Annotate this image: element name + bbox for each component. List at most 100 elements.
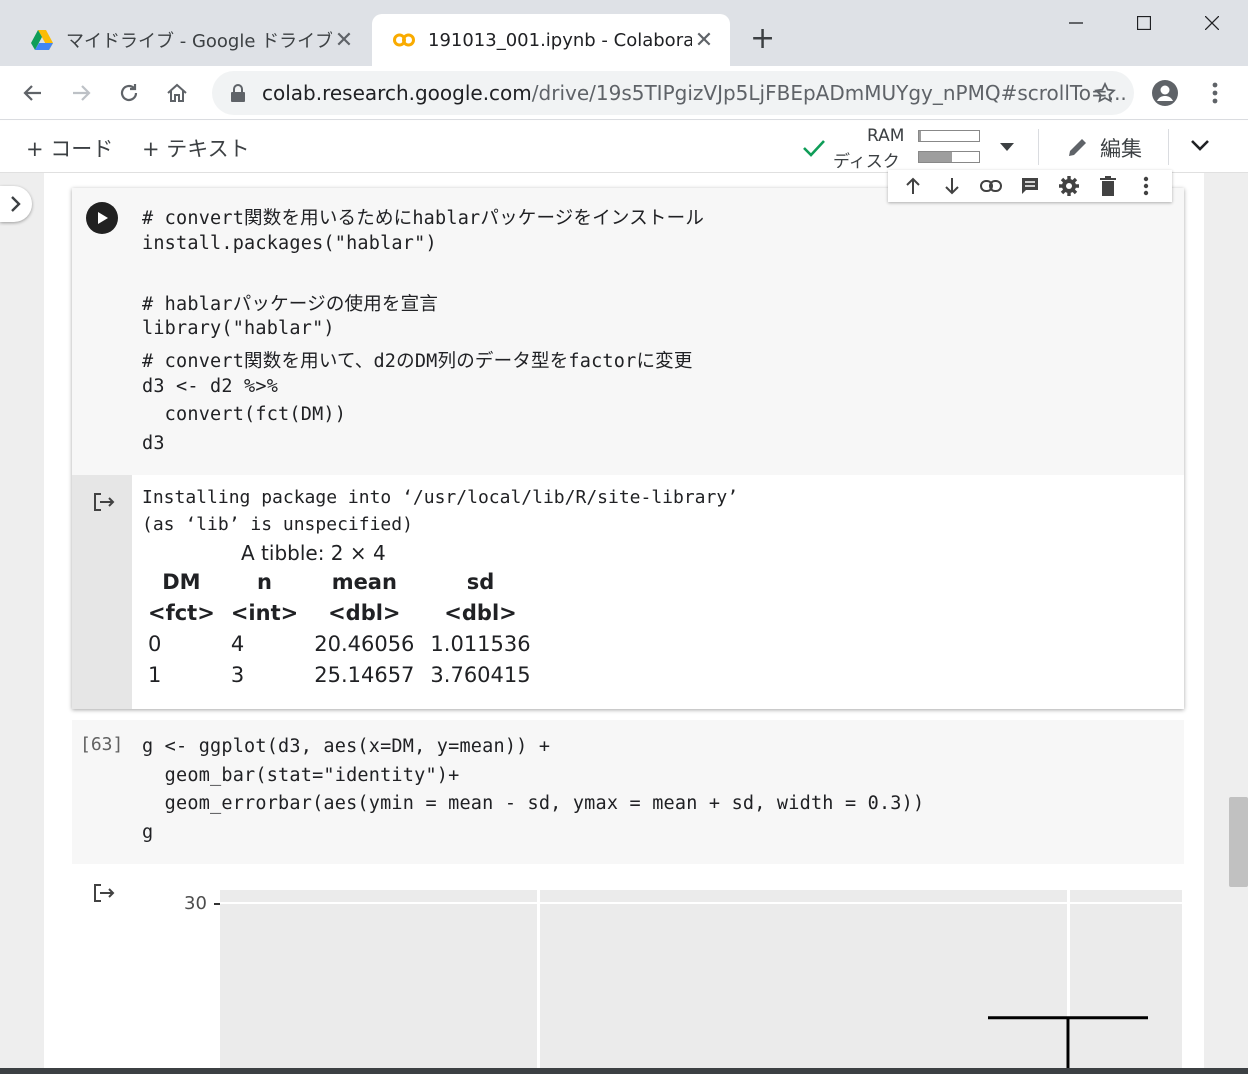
disk-label: ディスク <box>833 152 900 172</box>
link-icon[interactable] <box>978 173 1004 199</box>
reload-icon[interactable] <box>114 78 144 108</box>
table-cell: 4 <box>230 631 245 656</box>
window-close-icon[interactable] <box>1192 8 1232 38</box>
ram-usage-bar[interactable] <box>918 130 980 142</box>
table-cell: 0 <box>148 631 162 656</box>
add-text-button[interactable]: + テキスト <box>142 133 250 163</box>
code-line: (as ‘lib’ is unspecified) <box>142 514 413 535</box>
tibble-caption: A tibble: 2 × 4 <box>241 541 386 565</box>
table-row: 0 4 20.46056 1.011536 <box>140 628 539 659</box>
play-icon <box>98 212 108 224</box>
code-editor[interactable]: # convert関数を用いるためにhablarパッケージをインストール inst… <box>72 188 1184 475</box>
output-icon[interactable] <box>92 882 116 904</box>
address-bar[interactable]: colab.research.google.com/drive/19s5TIPg… <box>212 71 1134 115</box>
colab-toolbar: + コード + テキスト RAM ディスク 編集 <box>0 121 1248 173</box>
code-line: # hablarパッケージの使用を宣言 <box>142 293 439 315</box>
colab-icon <box>393 33 415 47</box>
table-cell: 25.14657 <box>314 662 415 687</box>
toolbar-divider <box>1038 129 1039 165</box>
ram-label: RAM <box>867 126 905 146</box>
move-cell-down-icon[interactable] <box>939 173 965 199</box>
tibble-column-type: <int> <box>230 600 299 625</box>
edit-button[interactable]: 編集 <box>1100 133 1142 163</box>
profile-icon[interactable] <box>1150 78 1180 108</box>
code-line: # convert関数を用いるためにhablarパッケージをインストール <box>142 208 705 229</box>
tibble-column-header: n <box>257 569 272 594</box>
maximize-icon[interactable] <box>1124 8 1164 38</box>
google-drive-icon <box>31 30 53 50</box>
star-icon[interactable] <box>1090 78 1120 108</box>
code-line: g <- ggplot(d3, aes(x=DM, y=mean)) + <box>142 736 551 757</box>
tab-colaboratory[interactable]: 191013_001.ipynb - Colaboratory ✕ <box>372 14 730 66</box>
table-cell: 1.011536 <box>430 631 531 656</box>
execution-count: [63] <box>80 734 124 755</box>
code-cell[interactable]: [63] g <- ggplot(d3, aes(x=DM, y=mean)) … <box>72 720 1184 864</box>
gear-icon[interactable] <box>1056 173 1082 199</box>
tibble-body: 0 4 20.46056 1.011536 1 3 25.14657 3.760415 <box>140 628 539 690</box>
url-path: /drive/19s5TIPgizVJp5LjFBEpADmMUYgy_nPMQ… <box>531 81 1127 105</box>
taskbar-edge <box>0 1068 1248 1074</box>
dropdown-arrow-icon[interactable] <box>1000 143 1014 151</box>
table-row: 1 3 25.14657 3.760415 <box>140 659 539 690</box>
cell-toolbar <box>888 170 1172 202</box>
plot-svg <box>988 1016 1148 1070</box>
code-line: Installing package into ‘/usr/local/lib/… <box>142 487 739 508</box>
y-tick-label: 30 <box>184 893 207 914</box>
plot-panel <box>220 890 1182 1070</box>
chevron-down-icon[interactable] <box>1190 139 1210 153</box>
table-cell: 1 <box>148 662 162 687</box>
tibble-column-type: <dbl> <box>328 600 401 625</box>
comment-icon[interactable] <box>1017 173 1043 199</box>
scrollbar-thumb[interactable] <box>1229 797 1248 887</box>
minimize-icon[interactable] <box>1056 8 1096 38</box>
more-vert-icon[interactable] <box>1133 173 1159 199</box>
disk-usage-fill <box>919 152 952 162</box>
tibble-type-row: <fct> <int> <dbl> <dbl> <box>140 597 539 628</box>
run-cell-button[interactable] <box>86 202 118 234</box>
add-code-button[interactable]: + コード <box>26 133 113 163</box>
lock-icon <box>231 84 245 102</box>
url-host: colab.research.google.com <box>262 81 532 105</box>
tab-title: マイドライブ - Google ドライブ <box>66 31 332 52</box>
tibble-column-header: DM <box>162 569 201 594</box>
table-cell: 3 <box>230 662 245 687</box>
code-line: library("hablar") <box>142 318 335 340</box>
disk-usage-bar[interactable] <box>918 151 980 163</box>
code-line: g <box>142 821 154 843</box>
toolbar-divider <box>1168 129 1169 165</box>
browser-toolbar: colab.research.google.com/drive/19s5TIPg… <box>0 66 1248 120</box>
tab-title: 191013_001.ipynb - Colaboratory <box>428 29 692 51</box>
back-arrow-icon[interactable] <box>18 78 48 108</box>
table-cell: 3.760415 <box>430 662 531 687</box>
tab-google-drive[interactable]: マイドライブ - Google ドライブ ✕ <box>0 14 370 66</box>
output-gutter <box>72 475 132 709</box>
home-icon[interactable] <box>162 78 192 108</box>
ram-usage-fill <box>919 131 922 141</box>
code-line: install.packages("hablar") <box>142 232 437 254</box>
browser-tab-strip: マイドライブ - Google ドライブ ✕ 191013_001.ipynb … <box>0 0 1248 66</box>
close-icon[interactable]: ✕ <box>692 28 716 53</box>
more-vert-icon[interactable] <box>1200 78 1230 108</box>
pencil-icon <box>1069 139 1086 156</box>
tibble-column-type: <dbl> <box>444 600 517 625</box>
move-cell-up-icon[interactable] <box>900 173 926 199</box>
new-tab-button[interactable]: + <box>750 22 775 56</box>
tibble-header-row: DM n mean sd <box>140 566 539 597</box>
output-icon[interactable] <box>92 491 116 513</box>
table-cell: 20.46056 <box>314 631 415 656</box>
code-line: geom_errorbar(aes(ymin = mean - sd, ymax… <box>142 793 925 815</box>
tibble-column-header: mean <box>331 569 397 594</box>
forward-arrow-icon[interactable] <box>66 78 96 108</box>
y-tick-mark <box>214 903 220 905</box>
code-line: d3 <- d2 %>% <box>142 375 279 397</box>
code-line: # convert関数を用いて、d2のDM列のデータ型をfactorに変更 <box>142 351 693 372</box>
tibble-column-type: <fct> <box>148 600 215 625</box>
code-line: convert(fct(DM)) <box>142 404 347 426</box>
connected-check-icon <box>803 140 825 157</box>
tibble-table: DM n mean sd <fct> <int> <dbl> <dbl> 0 4 20.4605… <box>140 566 539 690</box>
chevron-right-icon <box>11 196 21 212</box>
code-line: geom_bar(stat="identity")+ <box>142 764 460 786</box>
close-icon[interactable]: ✕ <box>332 28 356 53</box>
delete-icon[interactable] <box>1095 173 1121 199</box>
tibble-column-header: sd <box>466 569 495 594</box>
